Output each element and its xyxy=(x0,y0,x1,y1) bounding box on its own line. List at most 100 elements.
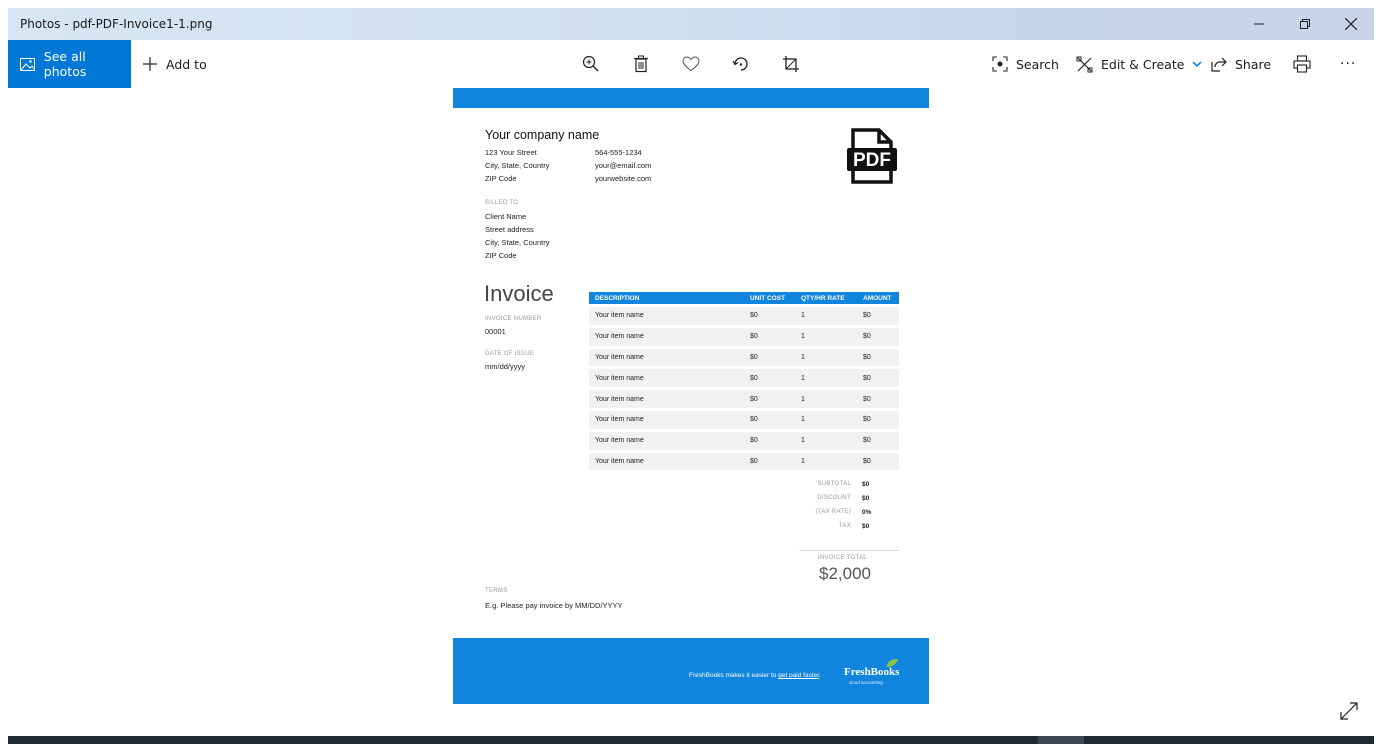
item-amount: $0 xyxy=(857,410,899,429)
column-header: DESCRIPTION xyxy=(589,292,744,304)
full-screen-button[interactable] xyxy=(1338,700,1362,724)
column-header: UNIT COST xyxy=(744,292,795,304)
item-unit-cost: $0 xyxy=(744,369,795,388)
expand-icon xyxy=(1340,702,1358,720)
item-unit-cost: $0 xyxy=(744,452,795,471)
photos-app-window: Photos - pdf-PDF-Invoice1-1.png See all … xyxy=(8,8,1374,744)
subtotal-value: $0 xyxy=(862,481,870,488)
share-button[interactable]: Share xyxy=(1211,40,1271,88)
item-qty: 1 xyxy=(795,369,857,388)
rotate-button[interactable] xyxy=(729,52,753,76)
table-header-row: DESCRIPTION UNIT COST QTY/HR RATE AMOUNT xyxy=(589,292,899,304)
minimize-button[interactable] xyxy=(1236,8,1282,40)
discount-value: $0 xyxy=(862,495,870,502)
item-qty: 1 xyxy=(795,327,857,346)
invoice-number: 00001 xyxy=(485,327,506,336)
more-icon: ··· xyxy=(1340,56,1357,72)
table-row: Your item name $0 1 $0 xyxy=(589,410,899,429)
footer-text-main: FreshBooks makes it easier to xyxy=(689,672,779,679)
item-qty: 1 xyxy=(795,452,857,471)
footer-text: FreshBooks makes it easier to get paid f… xyxy=(689,672,821,679)
plus-icon xyxy=(143,57,157,71)
address-line: City, State, Country xyxy=(485,161,550,170)
taskbar-edge xyxy=(8,736,1374,744)
item-amount: $0 xyxy=(857,390,899,408)
tax-rate-value: 0% xyxy=(862,509,872,516)
item-unit-cost: $0 xyxy=(744,431,795,450)
contact-phone: 564-555-1234 xyxy=(595,148,642,157)
image-icon xyxy=(20,57,35,71)
company-address: 123 Your Street City, State, Country ZIP… xyxy=(485,146,549,185)
item-description: Your item name xyxy=(589,307,744,325)
discount-label: DISCOUNT xyxy=(817,495,851,501)
rotate-icon xyxy=(732,57,748,71)
print-button[interactable] xyxy=(1290,52,1314,76)
contact-website: yourwebsite.com xyxy=(595,174,652,183)
delete-button[interactable] xyxy=(629,52,653,76)
billed-to-block: Client Name Street address City, State, … xyxy=(485,210,549,262)
table-row: Your item name $0 1 $0 xyxy=(589,369,899,388)
search-label: Search xyxy=(1016,56,1059,72)
restore-button[interactable] xyxy=(1282,8,1328,40)
tax-value: $0 xyxy=(862,523,870,530)
title-bar: Photos - pdf-PDF-Invoice1-1.png xyxy=(8,8,1374,40)
trash-icon xyxy=(634,55,648,73)
item-description: Your item name xyxy=(589,390,744,408)
invoice-total-label: INVOICE TOTAL xyxy=(818,555,867,561)
edit-create-label: Edit & Create xyxy=(1101,56,1185,72)
invoice-heading: Invoice xyxy=(484,281,554,306)
column-header: AMOUNT xyxy=(857,292,899,304)
item-qty: 1 xyxy=(795,390,857,408)
minimize-icon xyxy=(1254,23,1264,25)
item-amount: $0 xyxy=(857,369,899,388)
item-unit-cost: $0 xyxy=(744,390,795,408)
line-items-table: DESCRIPTION UNIT COST QTY/HR RATE AMOUNT… xyxy=(589,289,899,473)
footer-link: get paid faster xyxy=(778,672,820,679)
add-to-button[interactable]: Add to xyxy=(142,40,207,88)
company-contact: 564-555-1234 your@email.com yourwebsite.… xyxy=(595,146,651,185)
pdf-file-icon: PDF xyxy=(847,128,897,186)
add-to-label: Add to xyxy=(166,56,207,72)
restore-icon xyxy=(1300,19,1310,29)
heart-icon xyxy=(682,56,700,72)
table-row: Your item name $0 1 $0 xyxy=(589,431,899,450)
client-name: Client Name xyxy=(485,212,527,221)
client-street: Street address xyxy=(485,225,534,234)
item-description: Your item name xyxy=(589,452,744,471)
item-description: Your item name xyxy=(589,348,744,367)
subtotal-label: SUBTOTAL xyxy=(817,481,851,487)
tax-rate-label: (TAX RATE) xyxy=(815,509,851,515)
table-row: Your item name $0 1 $0 xyxy=(589,452,899,471)
item-unit-cost: $0 xyxy=(744,327,795,346)
zoom-button[interactable] xyxy=(579,52,603,76)
share-label: Share xyxy=(1235,56,1272,72)
zoom-in-icon xyxy=(582,55,599,72)
favorite-button[interactable] xyxy=(679,52,703,76)
toolbar: See all photos Add to Search Edit & Crea… xyxy=(8,40,1374,88)
see-all-photos-label: See all photos xyxy=(43,49,87,79)
table-row: Your item name $0 1 $0 xyxy=(589,327,899,346)
search-button[interactable]: Search xyxy=(992,40,1059,88)
terms-text: E.g. Please pay invoice by MM/DD/YYYY xyxy=(485,601,623,610)
table-row: Your item name $0 1 $0 xyxy=(589,390,899,408)
invoice-number-label: INVOICE NUMBER xyxy=(485,316,542,322)
crop-icon xyxy=(783,56,799,72)
crop-button[interactable] xyxy=(779,52,803,76)
item-unit-cost: $0 xyxy=(744,348,795,367)
client-zip: ZIP Code xyxy=(485,251,517,260)
pdf-badge-text: PDF xyxy=(853,150,891,171)
share-icon xyxy=(1211,57,1227,72)
see-all-photos-button[interactable]: See all photos xyxy=(8,40,131,88)
address-line: ZIP Code xyxy=(485,174,517,183)
close-button[interactable] xyxy=(1328,8,1374,40)
more-options-button[interactable]: ··· xyxy=(1340,40,1356,88)
table-row: Your item name $0 1 $0 xyxy=(589,348,899,367)
address-line: 123 Your Street xyxy=(485,148,537,157)
close-icon xyxy=(1345,18,1357,30)
column-header: QTY/HR RATE xyxy=(795,292,857,304)
edit-create-button[interactable]: Edit & Create xyxy=(1076,40,1202,88)
item-amount: $0 xyxy=(857,327,899,346)
item-description: Your item name xyxy=(589,369,744,388)
item-amount: $0 xyxy=(857,431,899,450)
date-of-issue: mm/dd/yyyy xyxy=(485,362,526,371)
